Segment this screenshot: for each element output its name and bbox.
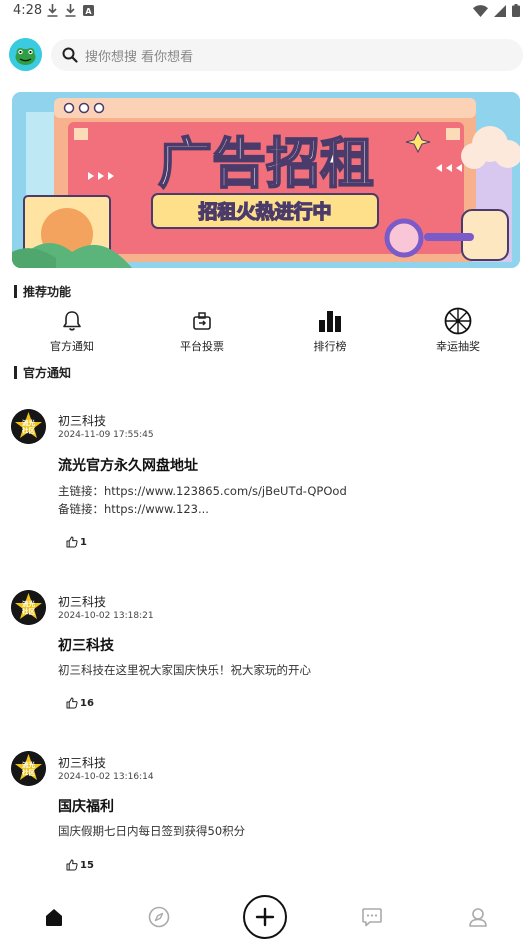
post-date: 2024-10-02 13:16:14 — [58, 772, 154, 782]
download-icon — [65, 4, 76, 17]
svg-text:社区: 社区 — [22, 426, 36, 435]
thumbs-up-icon — [66, 697, 78, 709]
nav-discover[interactable] — [147, 905, 171, 929]
search-bar[interactable]: 搜你想搜 看你想看 — [51, 39, 523, 71]
post-date: 2024-10-02 13:18:21 — [58, 611, 154, 621]
svg-text:A: A — [85, 7, 92, 16]
notices-section-title: 官方通知 — [14, 364, 71, 381]
status-time: 4:28 — [13, 3, 43, 18]
thumbs-up-icon — [66, 536, 78, 548]
post-author: 初三科技 — [58, 756, 107, 770]
feature-ranking[interactable]: 排行榜 — [285, 306, 375, 354]
lucky-wheel-icon — [444, 307, 472, 335]
author-avatar[interactable]: 流光 社区 — [11, 409, 46, 444]
like-count: 1 — [80, 536, 87, 548]
banner-subline: 招租火热进行中 — [198, 200, 331, 223]
nav-home[interactable] — [42, 905, 66, 929]
like-button[interactable]: 16 — [66, 697, 94, 709]
status-system-icons — [473, 4, 520, 17]
post-author: 初三科技 — [58, 595, 107, 609]
user-avatar[interactable] — [9, 38, 42, 71]
post-body-line: 初三科技在这里祝大家国庆快乐！祝大家玩的开心 — [58, 663, 311, 677]
feature-label: 幸运抽奖 — [436, 340, 480, 353]
like-count: 16 — [80, 697, 94, 709]
notice-post[interactable]: 流光 社区 初三科技 2024-10-02 13:18:21 初三科技 初三科技… — [0, 590, 532, 720]
status-bar: 4:28 A — [0, 0, 532, 24]
post-body-line: 主链接：https://www.123865.com/s/jBeUTd-QPOo… — [58, 484, 347, 498]
bell-icon — [63, 311, 81, 331]
compass-icon — [148, 906, 170, 928]
plus-icon — [255, 907, 275, 927]
battery-icon — [512, 4, 520, 17]
like-count: 15 — [80, 859, 94, 871]
status-notifications: A — [47, 4, 94, 17]
like-button[interactable]: 1 — [66, 536, 87, 548]
author-avatar[interactable]: 流光 社区 — [11, 751, 46, 786]
banner-headline: 广告招租 — [158, 132, 374, 195]
feature-label: 排行榜 — [313, 340, 347, 353]
feature-platform-vote[interactable]: 平台投票 — [157, 306, 247, 354]
nav-messages[interactable] — [360, 905, 384, 929]
user-icon — [469, 908, 487, 927]
svg-text:社区: 社区 — [22, 607, 36, 616]
recommended-title-text: 推荐功能 — [23, 285, 72, 299]
bar-chart-icon — [319, 311, 341, 332]
signal-icon — [494, 4, 506, 17]
feature-lucky-draw[interactable]: 幸运抽奖 — [413, 306, 503, 354]
thumbs-up-icon — [66, 859, 78, 871]
feature-label: 官方通知 — [50, 340, 94, 353]
nav-publish[interactable] — [243, 895, 287, 939]
feature-label: 平台投票 — [180, 340, 224, 353]
download-icon — [47, 4, 58, 17]
post-title: 国庆福利 — [58, 799, 114, 815]
app-notification-icon: A — [83, 5, 94, 16]
notice-post[interactable]: 流光 社区 初三科技 2024-10-02 13:16:14 国庆福利 国庆假期… — [0, 751, 532, 881]
home-icon — [46, 909, 62, 926]
ad-banner[interactable]: 广告招租 招租火热进行中 — [12, 92, 520, 268]
notices-title-text: 官方通知 — [23, 366, 72, 380]
recommended-section-title: 推荐功能 — [14, 283, 71, 300]
post-date: 2024-11-09 17:55:45 — [58, 430, 154, 440]
post-title: 流光官方永久网盘地址 — [58, 458, 198, 474]
feature-official-notice[interactable]: 官方通知 — [27, 306, 117, 354]
svg-text:社区: 社区 — [22, 768, 36, 777]
vote-icon — [193, 312, 211, 330]
search-icon — [62, 47, 78, 63]
post-title: 初三科技 — [58, 638, 114, 654]
bottom-nav — [0, 895, 532, 945]
post-body-line: 国庆假期七日内每日签到获得50积分 — [58, 824, 246, 838]
post-body-line: 备链接：https://www.123... — [58, 502, 209, 516]
search-placeholder: 搜你想搜 看你想看 — [85, 49, 194, 65]
wifi-icon — [473, 4, 488, 17]
post-author: 初三科技 — [58, 414, 107, 428]
notice-post[interactable]: 流光 社区 初三科技 2024-11-09 17:55:45 流光官方永久网盘地… — [0, 409, 532, 559]
author-avatar[interactable]: 流光 社区 — [11, 590, 46, 625]
top-bar: 搜你想搜 看你想看 — [0, 37, 532, 73]
feature-grid: 官方通知 平台投票 排行榜 幸运抽奖 — [0, 306, 532, 356]
nav-profile[interactable] — [466, 905, 490, 929]
like-button[interactable]: 15 — [66, 859, 94, 871]
chat-icon — [362, 908, 382, 927]
